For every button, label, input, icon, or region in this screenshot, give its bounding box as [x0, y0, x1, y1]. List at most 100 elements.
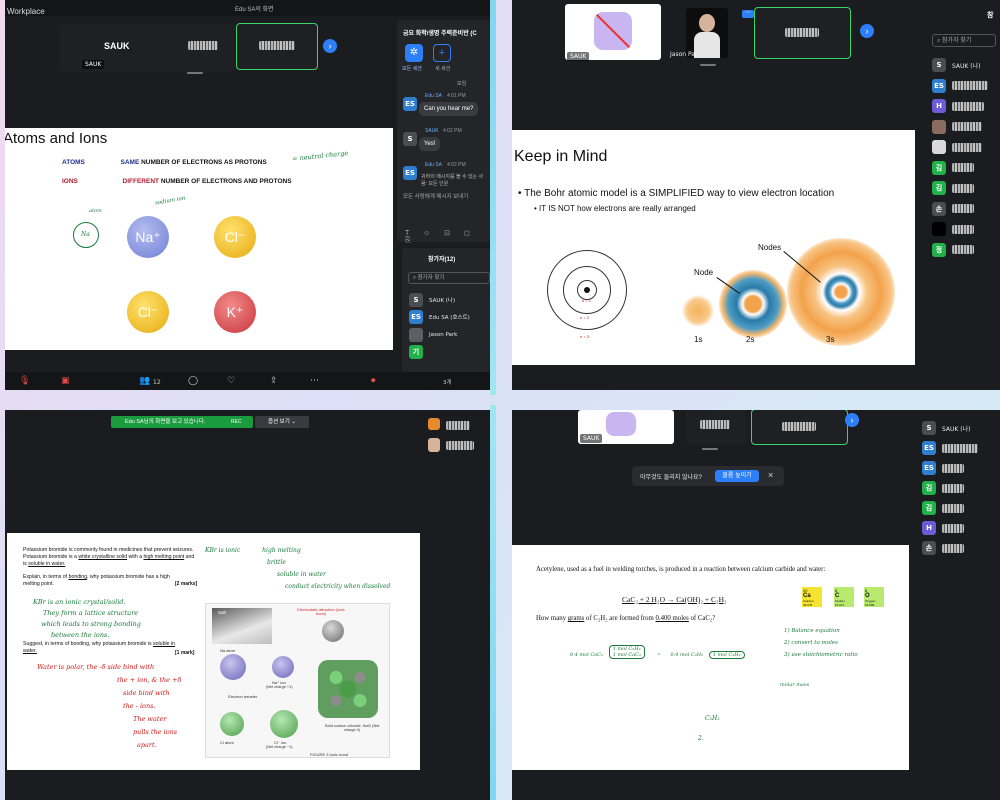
- participant-row[interactable]: ES Edu SA (호스트): [409, 309, 470, 327]
- fig-attraction: Electrostatic attraction (ionic bond): [297, 608, 345, 616]
- fig-na-atom: Na atom: [220, 648, 236, 653]
- element-c: 6 C Carbon 12.011: [834, 587, 854, 607]
- ions-label: IONS: [62, 178, 78, 185]
- more-icon[interactable]: ⋯: [310, 376, 319, 386]
- notice-button[interactable]: 볼륨 높이기: [715, 470, 759, 482]
- next-arrow-icon[interactable]: ›: [845, 413, 859, 427]
- participant-row[interactable]: 김: [922, 498, 978, 518]
- ink-calc: 0.4 mol CaC₂ 1 mol C₂H₂ 1 mol CaC₂ = 0.4 …: [570, 645, 745, 659]
- bohr-n3: n = 3: [580, 334, 590, 339]
- ion-cl-1: Cl⁻: [214, 216, 256, 258]
- strip-handle[interactable]: [700, 64, 716, 66]
- participant-row[interactable]: 김: [922, 478, 978, 498]
- tile-selected[interactable]: [751, 410, 848, 445]
- chat-tools[interactable]: T ☺ ⊡ ◻ ⎘: [405, 229, 490, 245]
- strip-handle[interactable]: [187, 72, 203, 74]
- chat-msg-1: ES Edu SA 4:01 PM Can you hear me?: [403, 93, 479, 116]
- side-search[interactable]: ⌕ 참가자 찾기: [932, 34, 996, 47]
- bullet-2: • IT IS NOT how electrons are really arr…: [534, 204, 696, 213]
- ink-answer-a: KBr is an ionic crystal/solid. They form…: [33, 598, 141, 639]
- avatar: [699, 14, 715, 32]
- video-tile-main[interactable]: SAUK SAUK: [60, 24, 180, 72]
- tile-chip: SAUK: [580, 434, 603, 443]
- view-options-button[interactable]: 옵션 보기 ⌄: [255, 416, 309, 428]
- zoom-window-q4: SAUK › 아무것도 들리지 않나요? 볼륨 높이기 × Acetylene,…: [512, 410, 1000, 800]
- next-arrow-icon[interactable]: ›: [323, 39, 337, 53]
- bohr-nucleus: [584, 287, 590, 293]
- side-avatar-1[interactable]: [428, 418, 440, 430]
- tile-selected[interactable]: [754, 7, 851, 59]
- ink-top-notes: KBr is ionic high melting brittle solubl…: [205, 547, 391, 590]
- slide-q2: Keep in Mind • The Bohr atomic model is …: [512, 130, 915, 365]
- chat-msg-3: ES Edu SA 4:02 PM: [403, 162, 466, 180]
- notice-text: 아무것도 들리지 않나요?: [640, 475, 702, 481]
- tile-2[interactable]: [686, 410, 746, 444]
- participant-row[interactable]: Jason Park: [409, 326, 470, 344]
- toolbar-more[interactable]: 3개: [443, 378, 452, 386]
- avatar: [409, 327, 423, 342]
- participant-row[interactable]: H: [922, 518, 978, 538]
- chat-tab-new-icon[interactable]: +: [433, 44, 451, 62]
- record-icon[interactable]: ⏺: [371, 376, 376, 386]
- video-off-icon[interactable]: ▣: [61, 376, 70, 386]
- participant-row[interactable]: 김: [932, 178, 988, 199]
- participant-row[interactable]: ES: [922, 458, 978, 478]
- participants-search[interactable]: ⌕ 참가자 찾기: [408, 272, 490, 284]
- tile-app-icon[interactable]: SAUK: [565, 4, 661, 61]
- participant-row[interactable]: S SAUK (나): [922, 418, 978, 438]
- chat-tab-all[interactable]: 모든 세션: [402, 65, 422, 72]
- share-icon[interactable]: ⇪: [270, 376, 278, 386]
- strip-handle[interactable]: [702, 448, 718, 450]
- bohr-n2: n = 2: [580, 315, 590, 320]
- question-a: Explain, in terms of bonding, why potass…: [23, 574, 170, 587]
- atoms-row: ATOMS SAME NUMBER OF ELECTRONS AS PROTON…: [62, 159, 267, 166]
- fig-caption: FIGURE 3 Ionic bond: [310, 752, 349, 757]
- participant-row[interactable]: S SAUK (나): [409, 291, 470, 309]
- question-text: Potassium bromide is commonly found in m…: [23, 547, 195, 567]
- fig-solid: Solid sodium chloride, NaCl (Net charge …: [324, 724, 380, 732]
- participant-row[interactable]: 정: [932, 240, 988, 261]
- ion-cl-fig: [270, 710, 298, 738]
- more-dots-icon[interactable]: ⋯: [742, 10, 754, 18]
- participant-row[interactable]: [932, 137, 988, 158]
- zoom-window-q1: Workplace Edu SA의 화면 SAUK SAUK › Atoms a…: [5, 0, 490, 390]
- reactions-icon[interactable]: ♡: [227, 376, 235, 386]
- participant-row[interactable]: 손: [922, 538, 978, 558]
- chat-tab-all-icon[interactable]: ✲: [405, 44, 423, 62]
- chat-icon[interactable]: ◯: [188, 376, 198, 386]
- video-tile-2[interactable]: [180, 24, 235, 72]
- figure-ionic-bond: Salt Na atom Na⁺ ion (Net charge +1) Ele…: [205, 603, 390, 758]
- participants-icon[interactable]: 👥: [139, 376, 150, 386]
- label-node: Node: [694, 268, 714, 277]
- tile-app-icon[interactable]: SAUK: [578, 410, 674, 444]
- orbital-1s: [682, 295, 714, 327]
- participant-row[interactable]: 손: [932, 199, 988, 220]
- participant-row[interactable]: 김: [932, 158, 988, 179]
- side-avatar-2[interactable]: [428, 438, 440, 452]
- label-3s: 3s: [826, 335, 835, 344]
- participants-title: 참가자(12): [428, 257, 456, 263]
- zoom-window-q2: SAUK Jason Park › ⋯ Keep in Mind • The B…: [512, 0, 1000, 390]
- bottom-toolbar: [5, 372, 490, 390]
- participant-row[interactable]: [932, 219, 988, 240]
- video-tile-selected[interactable]: [236, 23, 318, 70]
- atoms-rest: NUMBER OF ELECTRONS AS PROTONS: [141, 159, 267, 166]
- close-icon[interactable]: ×: [768, 470, 773, 480]
- mic-icon[interactable]: 🎙: [19, 376, 30, 386]
- participant-row[interactable]: ES: [932, 76, 988, 97]
- audio-notice: 아무것도 들리지 않나요? 볼륨 높이기 ×: [632, 466, 784, 486]
- participant-row[interactable]: 기: [409, 344, 470, 362]
- next-arrow-icon[interactable]: ›: [860, 24, 874, 38]
- tab-share[interactable]: Edu SA의 화면: [235, 4, 274, 13]
- chat-input[interactable]: 모든 사람에게 메시지 보내기: [403, 192, 489, 200]
- slide-q4: Acetylene, used as a fuel in welding tor…: [512, 545, 909, 770]
- participant-row[interactable]: [932, 117, 988, 138]
- menu-workplace[interactable]: Workplace: [7, 7, 45, 16]
- participant-row[interactable]: H: [932, 96, 988, 117]
- fig-salt: Salt: [218, 610, 226, 615]
- speaker-name: Jason Park: [670, 51, 701, 58]
- atoms-label: ATOMS: [62, 159, 85, 166]
- chat-tab-new[interactable]: 새 세션: [435, 65, 450, 72]
- participant-row[interactable]: S SAUK (나): [932, 55, 988, 76]
- participant-row[interactable]: ES: [922, 438, 978, 458]
